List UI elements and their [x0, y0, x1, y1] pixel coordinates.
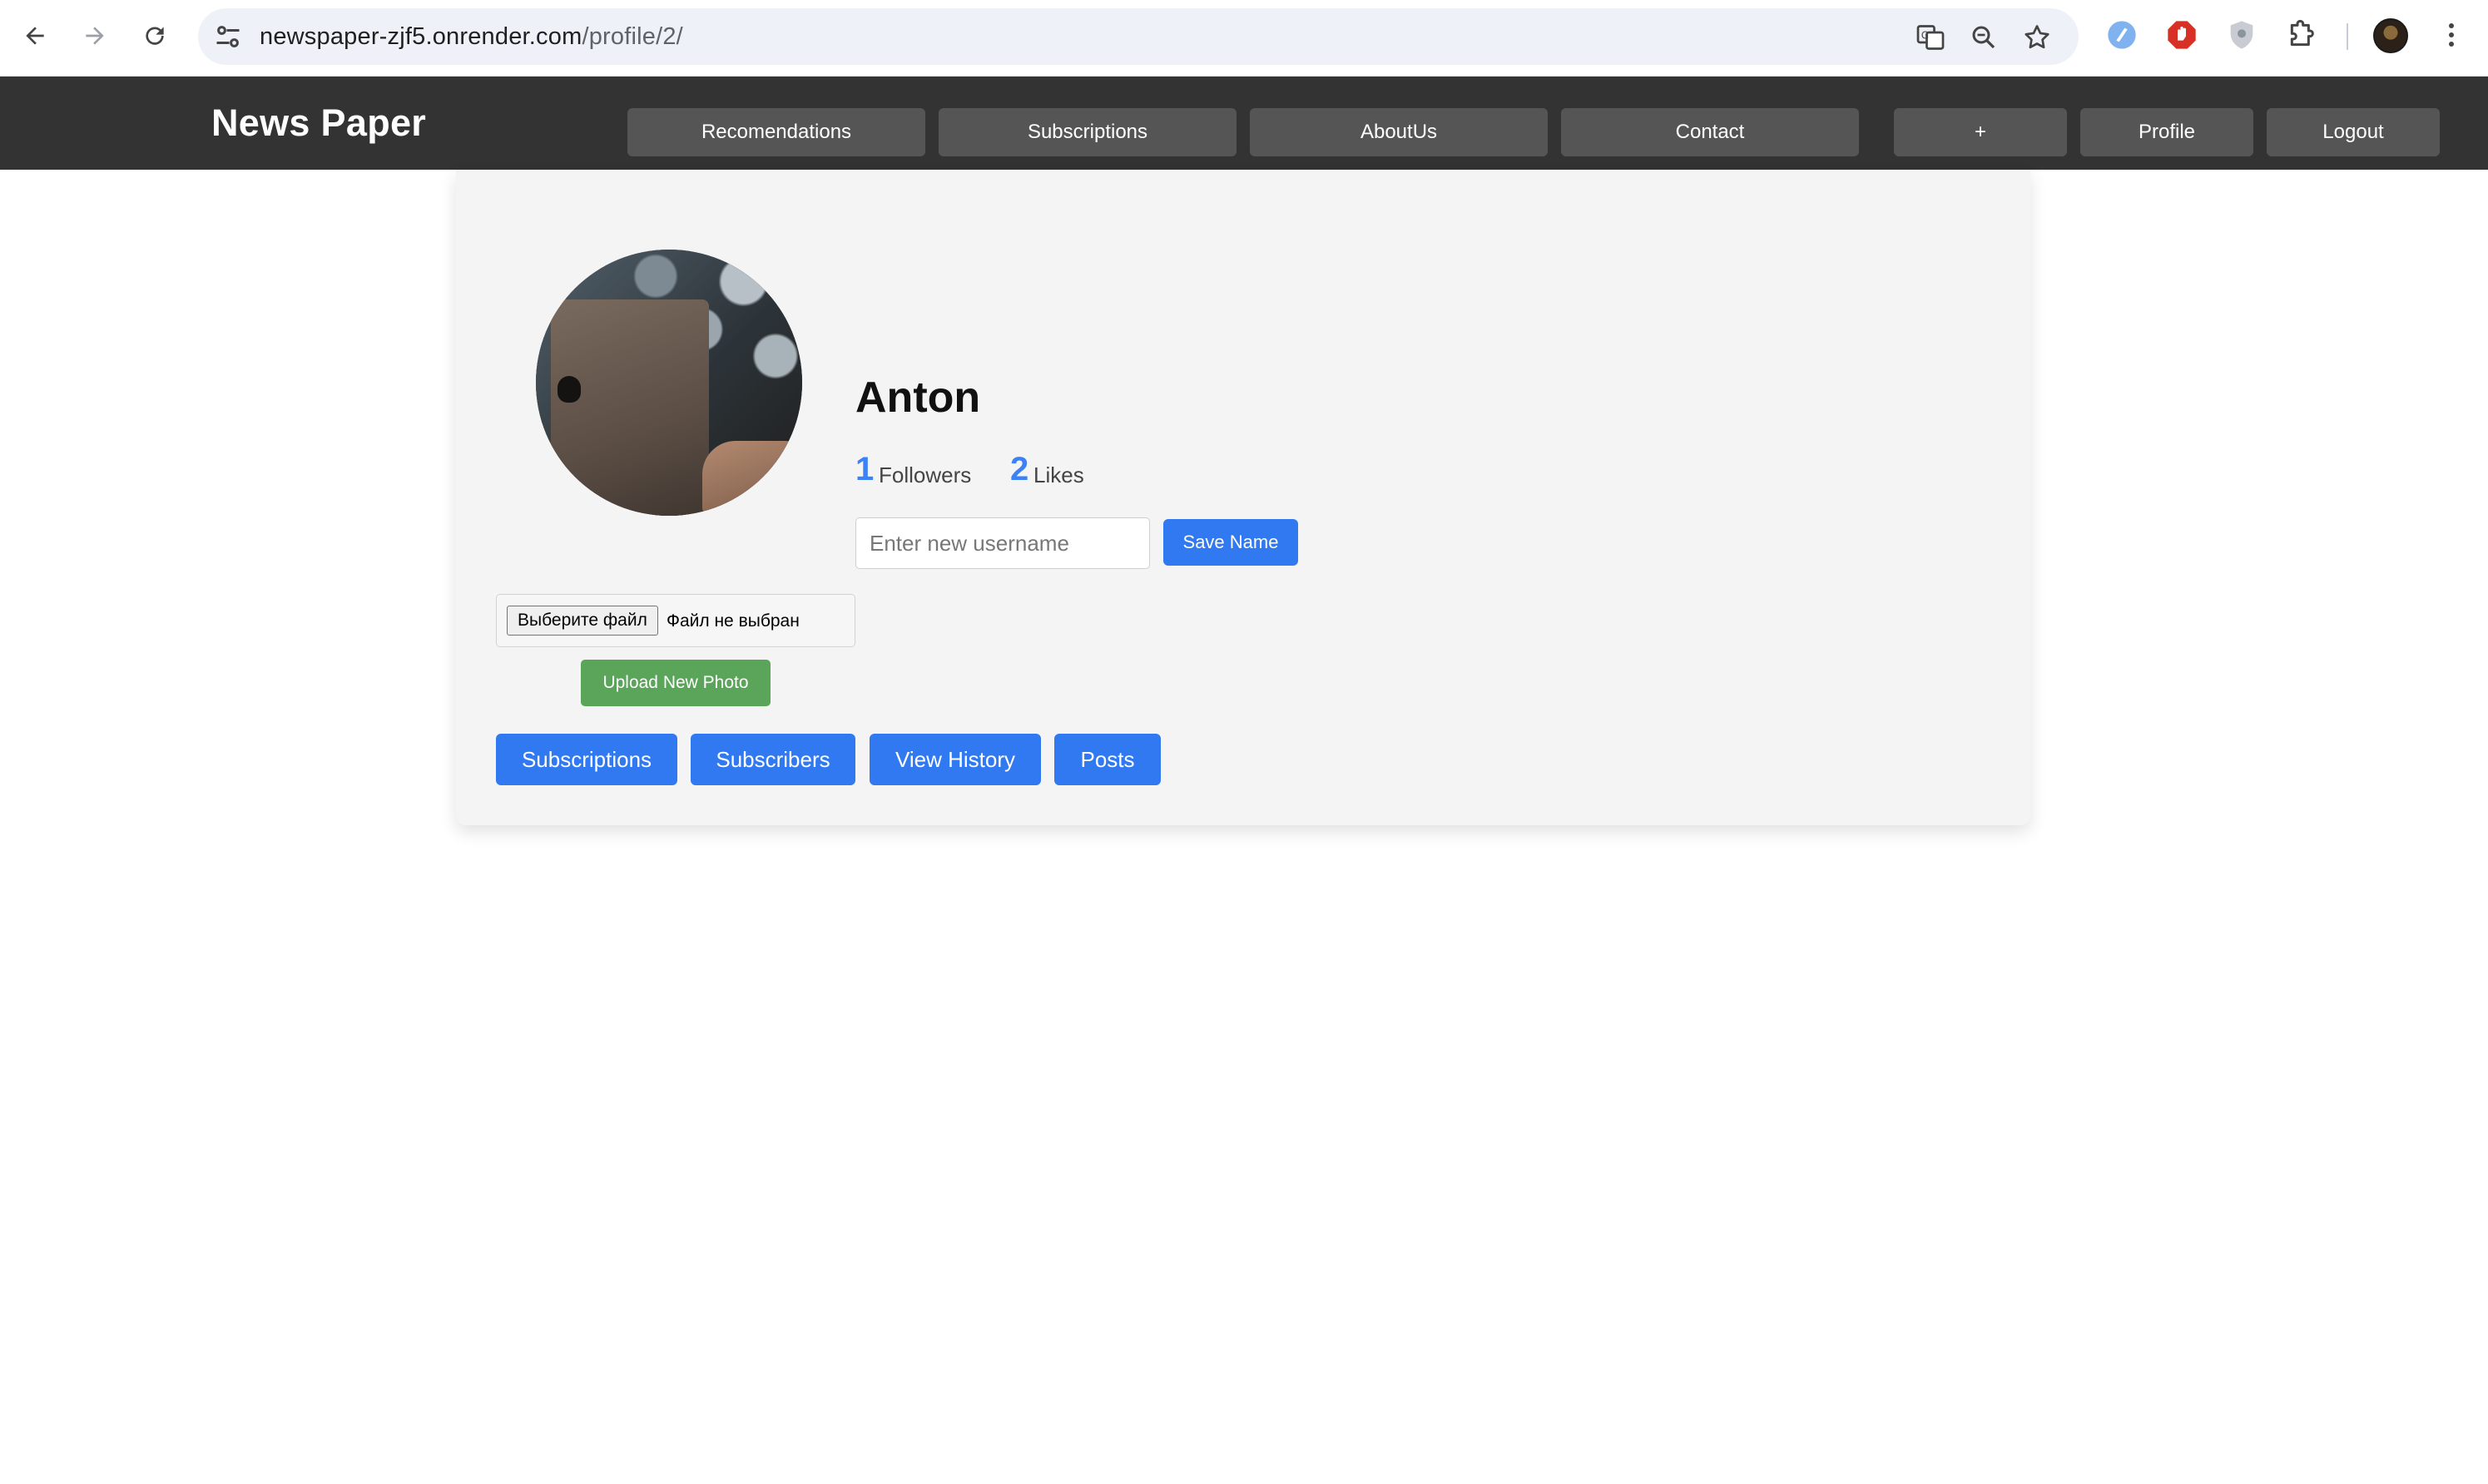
nav-recomendations-button[interactable]: Recomendations [627, 108, 925, 156]
tab-subscribers-button[interactable]: Subscribers [691, 734, 855, 785]
brand-logo[interactable]: News Paper [211, 101, 426, 145]
address-bar[interactable]: newspaper-zjf5.onrender.com/profile/2/ G [198, 8, 2079, 65]
choose-file-button[interactable]: Выберите файл [507, 606, 658, 636]
extensions-puzzle-icon[interactable] [2285, 18, 2318, 52]
more-menu-icon[interactable] [2436, 18, 2466, 52]
site-settings-icon[interactable] [213, 22, 243, 52]
reload-icon[interactable] [135, 16, 175, 56]
likes-count: 2 [1010, 451, 1029, 487]
nav-contact-button[interactable]: Contact [1561, 108, 1859, 156]
add-post-button[interactable]: + [1894, 108, 2067, 156]
extension-shield-icon[interactable] [2225, 18, 2258, 52]
tab-subscriptions-button[interactable]: Subscriptions [496, 734, 677, 785]
nav-aboutus-button[interactable]: AboutUs [1250, 108, 1548, 156]
nav-subscriptions-button[interactable]: Subscriptions [939, 108, 1237, 156]
followers-label: Followers [879, 463, 972, 487]
tab-posts-button[interactable]: Posts [1054, 734, 1161, 785]
extension-red-icon[interactable] [2165, 18, 2198, 52]
url-path: /profile/2/ [582, 23, 683, 50]
svg-text:G: G [1921, 30, 1929, 42]
apple-logo-icon [558, 376, 581, 403]
save-name-button[interactable]: Save Name [1163, 519, 1298, 566]
url-text[interactable]: newspaper-zjf5.onrender.com/profile/2/ [260, 8, 683, 65]
file-status-text: Файл не выбран [667, 611, 800, 631]
username-input[interactable] [855, 517, 1150, 569]
file-input[interactable]: Выберите файл Файл не выбран [496, 594, 855, 647]
extension-blue-icon[interactable] [2105, 18, 2139, 52]
translate-icon[interactable]: G [1916, 22, 1945, 52]
upload-photo-button[interactable]: Upload New Photo [581, 660, 771, 706]
browser-toolbar: newspaper-zjf5.onrender.com/profile/2/ G [0, 0, 2488, 77]
tab-view-history-button[interactable]: View History [870, 734, 1041, 785]
back-icon[interactable] [15, 16, 55, 56]
toolbar-separator [2347, 23, 2348, 50]
profile-avatar[interactable] [2373, 18, 2408, 53]
forward-icon[interactable] [75, 16, 115, 56]
zoom-icon[interactable] [1969, 22, 1999, 52]
bookmark-star-icon[interactable] [2022, 22, 2052, 52]
nav-profile-button[interactable]: Profile [2080, 108, 2253, 156]
site-header: News Paper Recomendations Subscriptions … [0, 77, 2488, 170]
likes-label: Likes [1033, 463, 1084, 487]
logout-button[interactable]: Logout [2267, 108, 2440, 156]
profile-username: Anton [855, 373, 981, 422]
followers-count: 1 [855, 451, 875, 487]
profile-photo [536, 250, 802, 516]
url-host: newspaper-zjf5.onrender.com [260, 23, 582, 50]
